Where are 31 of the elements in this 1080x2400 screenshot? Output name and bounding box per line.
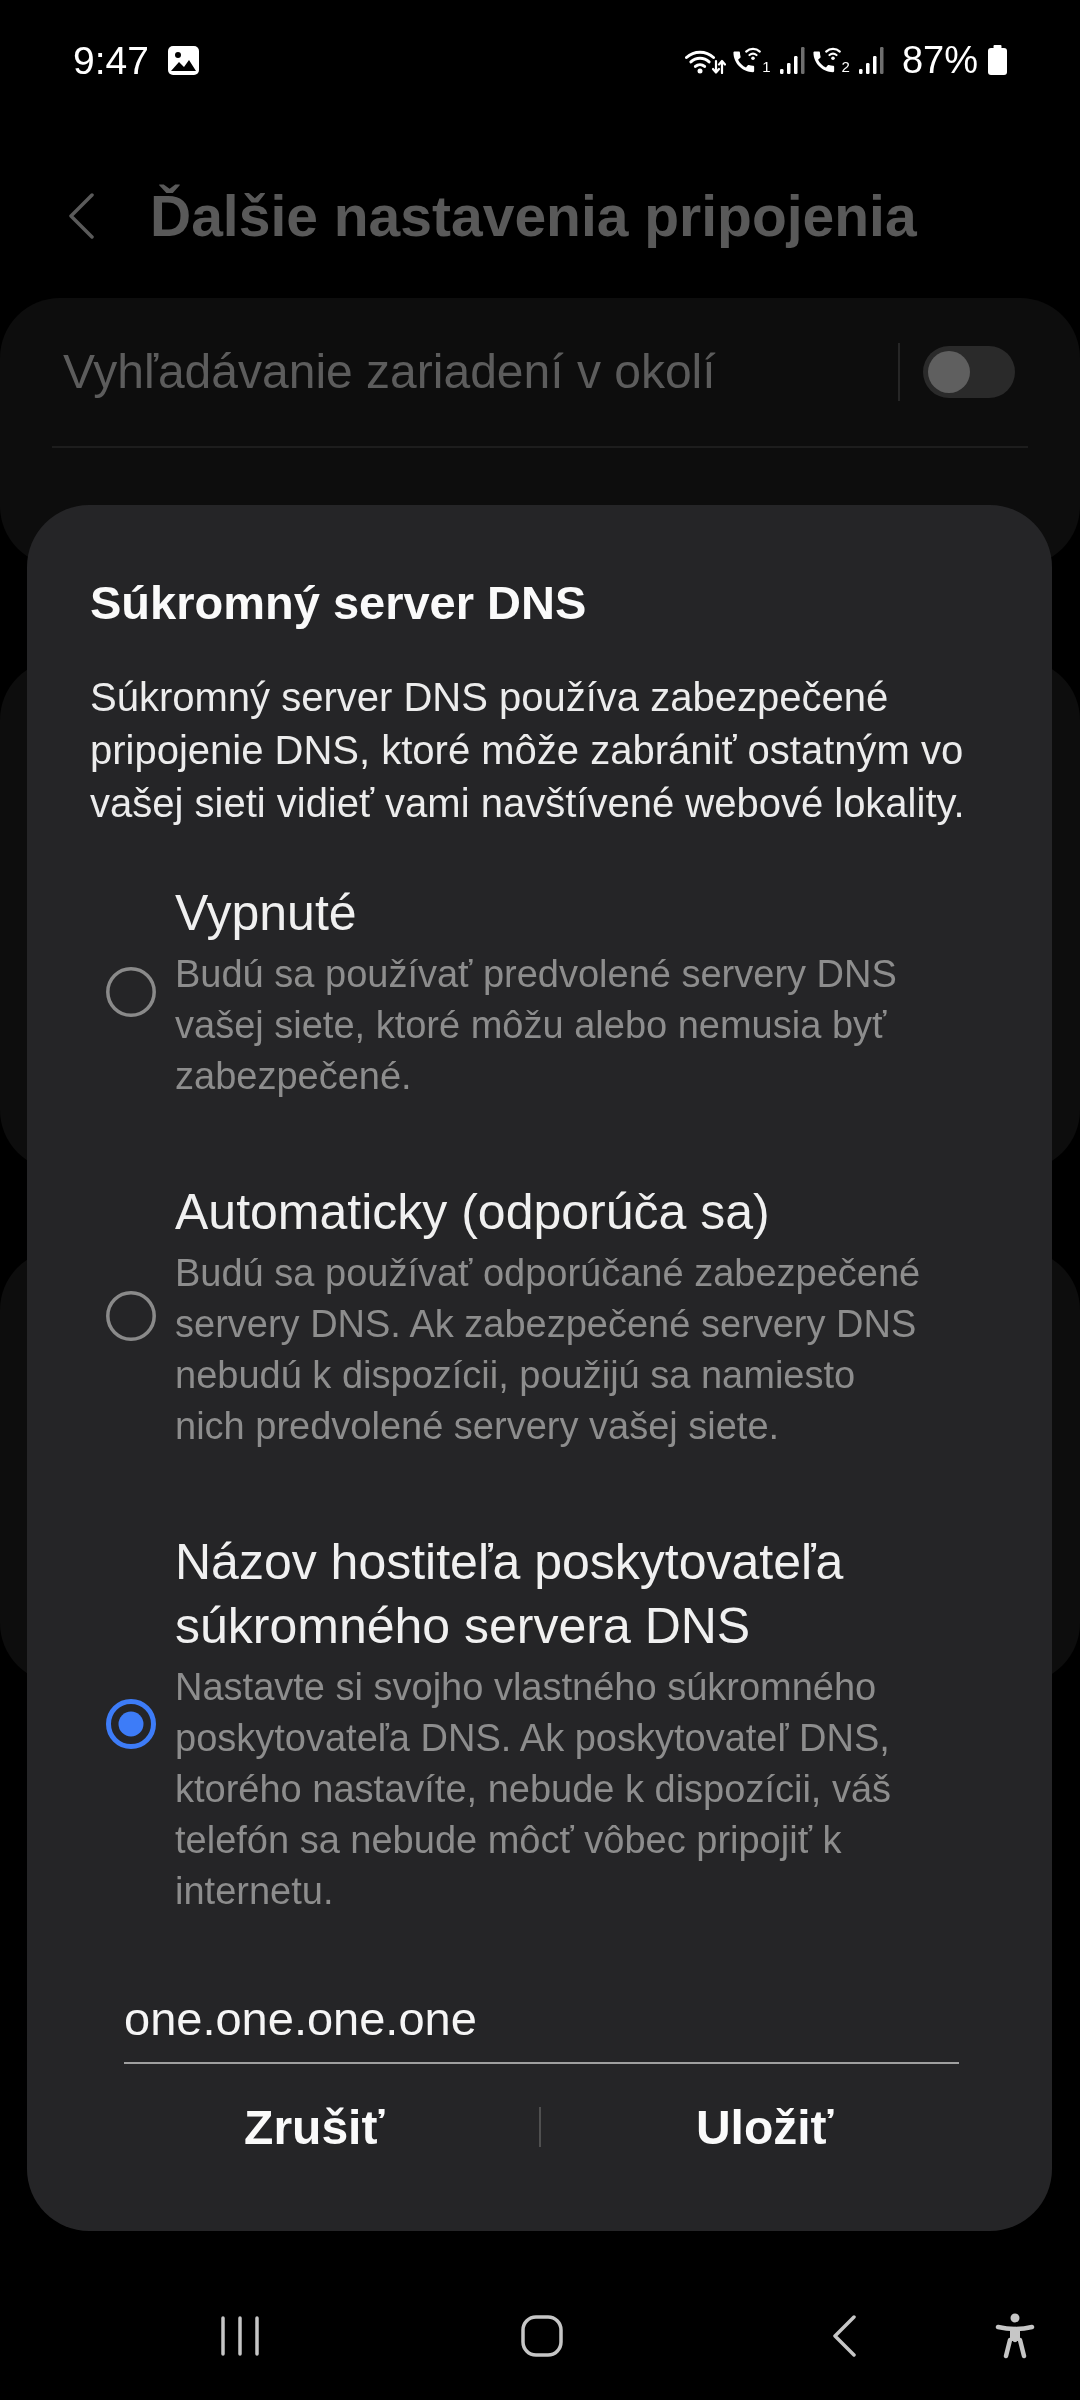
cancel-button[interactable]: Zrušiť [90,2077,539,2177]
option-description: Budú sa používať predvolené servery DNS vašej siete, ktoré môžu alebo nemusia byť zabezpečené. [175,952,898,1099]
radio-button[interactable] [106,966,156,1017]
wifi-call-icon [811,46,842,74]
save-button[interactable]: Uložiť [540,2077,989,2177]
signal-icon [778,46,806,74]
accessibility-icon[interactable] [995,2313,1035,2359]
option-title: Vypnuté [175,884,358,943]
sim-number: 1 [762,59,771,74]
page-title: Ďalšie nastavenia pripojenia [150,182,917,250]
option-description: Nastavte si svojho vlastného súkromného poskytovateľa DNS. Ak poskytovateľ DNS, ktorého nastavíte, nebude k dispozícii, váš telefón sa nebude môcť vôbec pripojiť k internetu. [175,1665,893,1914]
back-icon[interactable] [831,2315,857,2357]
signal-icon [857,46,885,74]
dialog-title: Súkromný server DNS [90,575,588,631]
sim-number: 2 [841,59,850,74]
recents-icon[interactable] [220,2316,260,2356]
image-icon [167,45,199,75]
option-description: Budú sa používať odporúčané zabezpečené servery DNS. Ak zabezpečené servery DNS nebudú k dispozícii, použijú sa namiesto nich predvolené servery vašej siete. [175,1251,922,1449]
option-title: Automaticky (odporúča sa) [175,1183,771,1242]
option-title: Názov hostiteľa poskytovateľa súkromného servera DNS [175,1533,845,1656]
status-time: 9:47 [73,40,149,80]
battery-percentage: 87% [901,41,978,79]
hostname-field[interactable]: one.one.one.one [124,1992,959,2064]
wifi-call-icon [732,46,763,74]
home-icon[interactable] [521,2315,563,2357]
battery-icon [987,45,1008,75]
radio-button[interactable] [106,1291,156,1341]
radio-button[interactable] [106,1698,156,1749]
dialog-description: Súkromný server DNS používa zabezpečené pripojenie DNS, ktoré môže zabrániť ostatným vo vašej sieti vidieť vami navštívené webové lokality. [90,674,966,827]
toggle-switch[interactable] [923,346,1015,398]
setting-label: Vyhľadávanie zariadení v okolí [63,344,716,401]
